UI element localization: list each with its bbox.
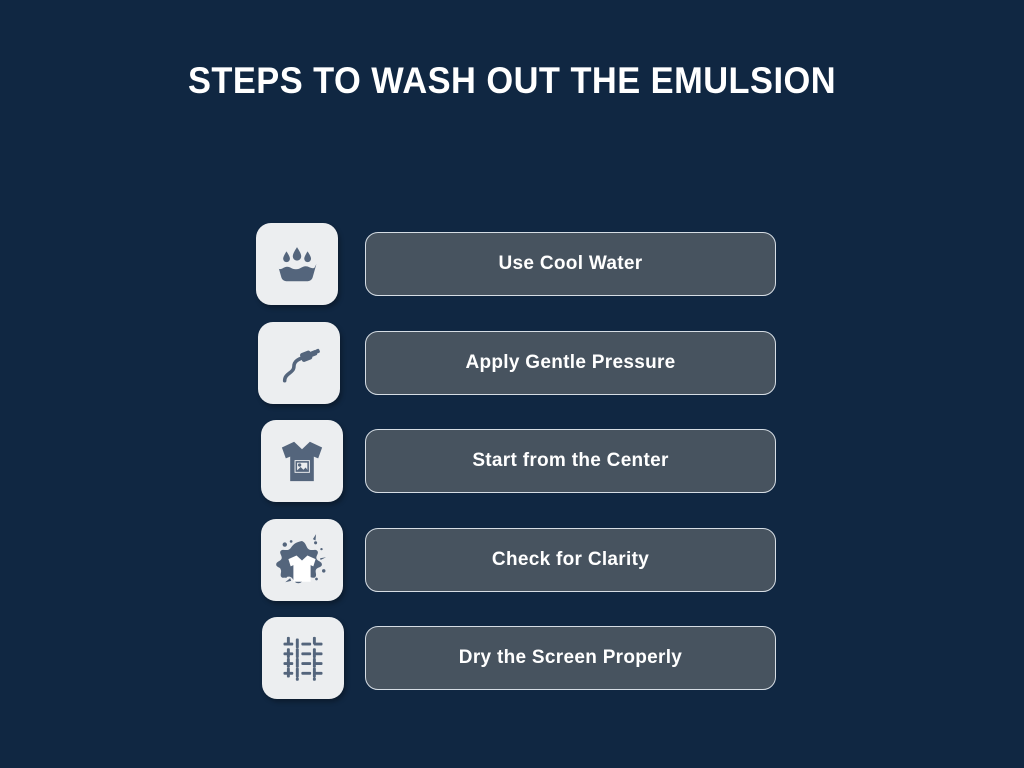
list-item: Check for Clarity	[256, 518, 776, 601]
step-label: Check for Clarity	[491, 548, 650, 570]
ink-splatter-tshirt-icon	[273, 531, 331, 589]
hose-nozzle-icon	[272, 336, 326, 390]
list-item: Use Cool Water	[256, 223, 776, 305]
step-icon-tile	[261, 420, 343, 502]
step-button[interactable]: Start from the Center	[365, 429, 776, 493]
step-icon-tile	[262, 617, 344, 699]
list-item: Dry the Screen Properly	[256, 617, 776, 699]
woven-mesh-screen-icon	[277, 632, 329, 684]
printed-tshirt-icon	[274, 433, 330, 489]
list-item: Start from the Center	[256, 420, 776, 502]
page-title: STEPS TO WASH OUT THE EMULSION	[187, 60, 837, 101]
list-item: Apply Gentle Pressure	[256, 321, 776, 404]
step-label: Start from the Center	[472, 450, 669, 471]
step-label: Apply Gentle Pressure	[465, 351, 676, 373]
step-icon-tile	[256, 223, 338, 305]
steps-list: Use Cool Water Apply Gentle Pressure Sta…	[256, 223, 776, 716]
step-button[interactable]: Use Cool Water	[365, 232, 776, 296]
wash-basin-icon	[270, 237, 324, 291]
step-icon-tile	[258, 321, 340, 404]
step-label: Dry the Screen Properly	[458, 647, 683, 668]
step-button[interactable]: Dry the Screen Properly	[365, 626, 776, 690]
step-button[interactable]: Check for Clarity	[365, 527, 776, 592]
step-button[interactable]: Apply Gentle Pressure	[365, 330, 776, 395]
step-icon-tile	[261, 518, 343, 601]
step-label: Use Cool Water	[498, 253, 643, 274]
